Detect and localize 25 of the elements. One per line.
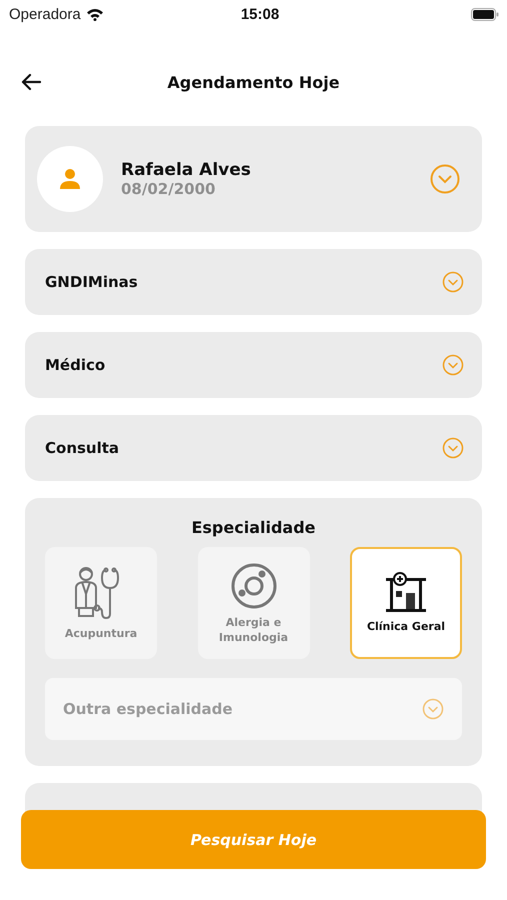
- specialty-label: Acupuntura: [64, 626, 138, 642]
- cell-icon: [228, 560, 278, 611]
- specialty-label: Alergia e Imunologia: [218, 614, 290, 646]
- chevron-down-icon: [442, 437, 464, 459]
- chevron-down-icon: [442, 354, 464, 376]
- section-title: Especialidade: [191, 518, 316, 537]
- carrier-name: Operadora: [9, 6, 81, 22]
- person-icon: [59, 168, 81, 190]
- birth-date: 08/02/2000: [121, 180, 216, 198]
- patient-selector[interactable]: Rafaela Alves 08/02/2000: [25, 126, 482, 232]
- specialty-label: Clínica Geral: [366, 619, 446, 635]
- dropdown-field[interactable]: GNDIMinas: [25, 249, 482, 315]
- page-title: Agendamento Hoje: [167, 72, 340, 92]
- back-arrow-icon[interactable]: [21, 73, 41, 91]
- chevron-down-icon: [442, 271, 464, 293]
- specialty-tile[interactable]: Clínica Geral: [350, 547, 462, 659]
- chevron-down-icon: [430, 164, 460, 194]
- placeholder-text: Outra especialidade: [63, 700, 233, 718]
- dropdown-field[interactable]: Consulta: [25, 415, 482, 481]
- chevron-down-icon: [422, 698, 444, 720]
- wifi-icon: [86, 8, 104, 20]
- status-time: 15:08: [240, 6, 280, 22]
- dropdown-field[interactable]: Médico: [25, 332, 482, 398]
- battery-icon: [471, 8, 499, 20]
- patient-name: Rafaela Alves: [121, 160, 252, 180]
